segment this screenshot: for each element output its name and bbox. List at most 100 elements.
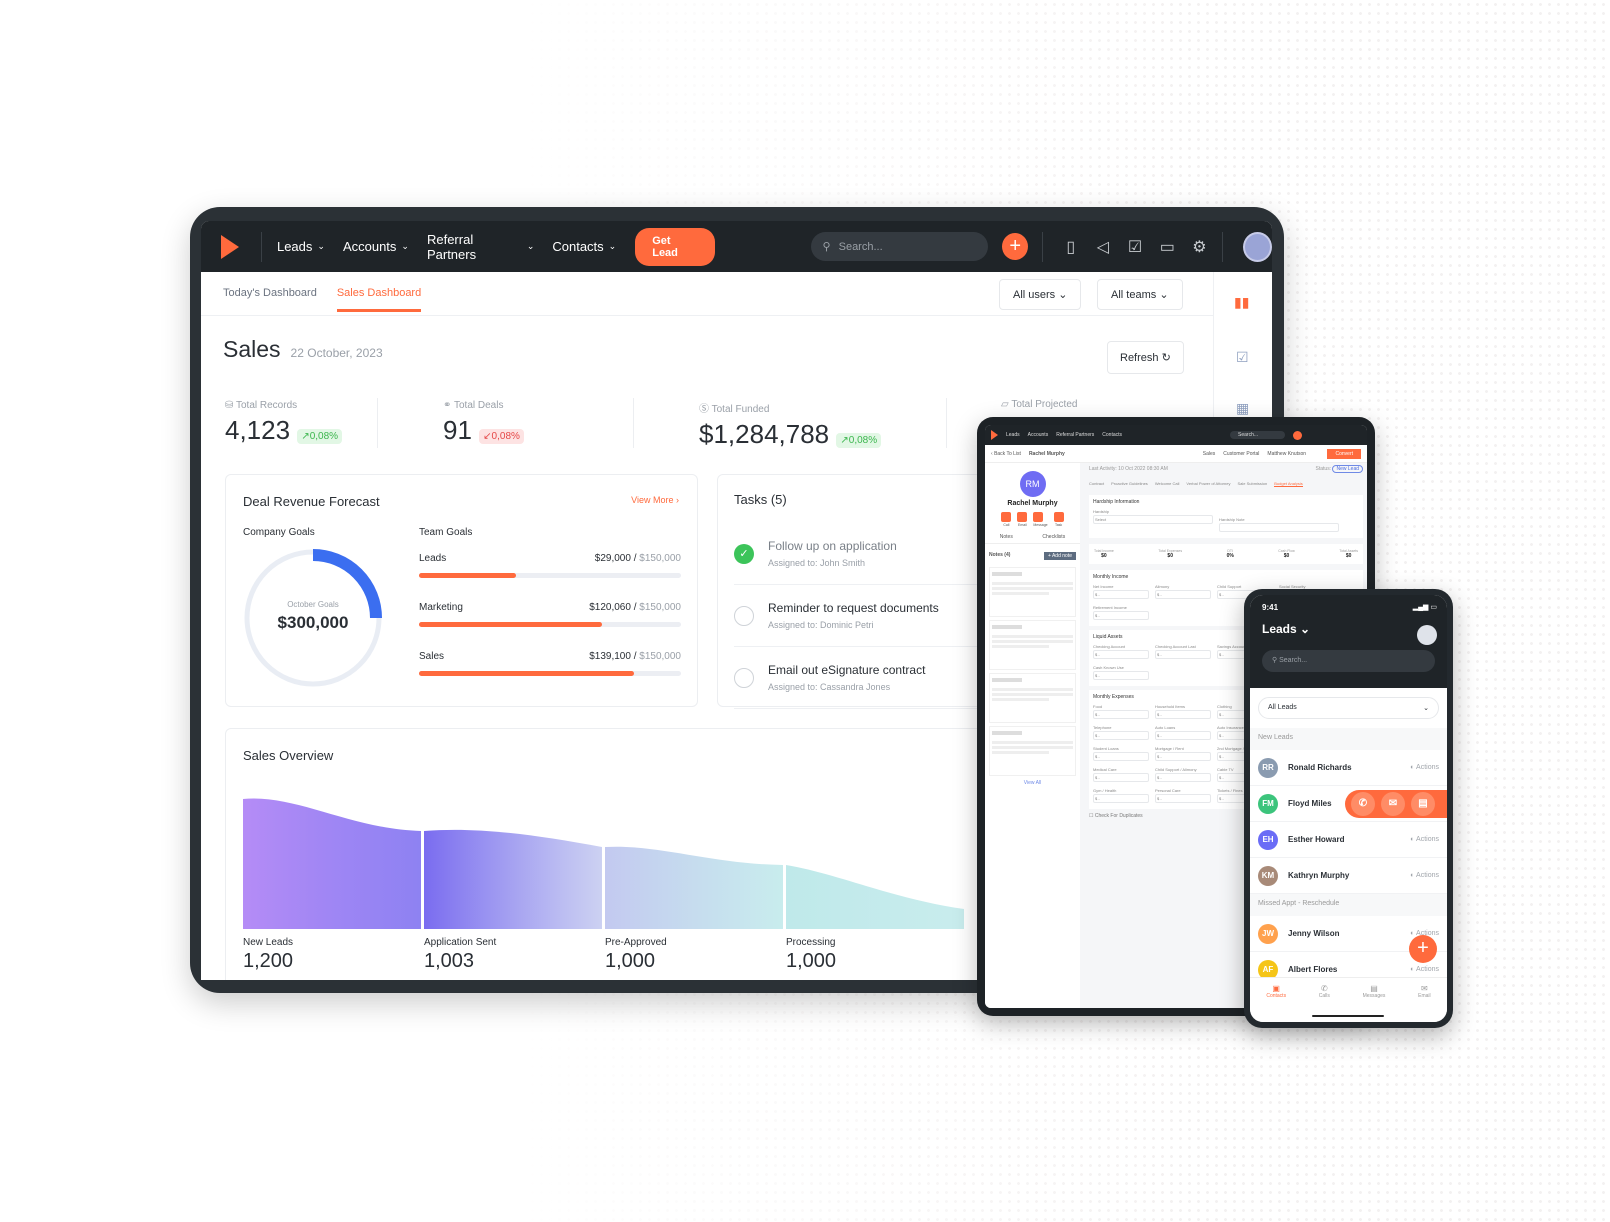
- teams-filter[interactable]: All teams ⌄: [1097, 279, 1183, 310]
- action-email[interactable]: Email: [1017, 512, 1028, 528]
- task-assignee: Assigned to: Dominic Petri: [768, 620, 874, 630]
- view-more-link[interactable]: View More ›: [631, 495, 679, 505]
- lead-group-title: New Leads: [1250, 728, 1447, 750]
- back-to-list-link[interactable]: ‹ Back To List: [991, 451, 1021, 457]
- task-checkbox[interactable]: [734, 667, 754, 688]
- phone-icon[interactable]: ✆: [1351, 792, 1375, 816]
- nav-accounts[interactable]: Accounts ⌄: [343, 239, 409, 254]
- tab-contacts[interactable]: ▣ Contacts: [1266, 984, 1286, 1022]
- budget-field[interactable]: Checking Account Last $ -: [1155, 644, 1211, 659]
- budget-field[interactable]: Alimony $ -: [1155, 584, 1211, 599]
- action-call[interactable]: Call: [1001, 512, 1012, 528]
- tab-sales-dashboard[interactable]: Sales Dashboard: [336, 287, 422, 312]
- action-message[interactable]: Message: [1033, 512, 1048, 528]
- checklist-icon[interactable]: ☑: [1125, 237, 1146, 257]
- tab-notes[interactable]: Notes: [1000, 534, 1013, 540]
- presentation-icon[interactable]: ▭: [1157, 237, 1178, 257]
- tab-todays-dashboard[interactable]: Today's Dashboard: [223, 287, 317, 312]
- hardship-note-input[interactable]: [1219, 523, 1339, 532]
- stage-step[interactable]: Verbal Power of Attorney: [1186, 481, 1230, 487]
- lead-row[interactable]: RR Ronald Richards ◐ Actions: [1250, 750, 1447, 786]
- email-icon[interactable]: ✉: [1381, 792, 1405, 816]
- calendar-icon[interactable]: ▦: [1236, 400, 1272, 417]
- lead-row[interactable]: EH Esther Howard ◐ Actions: [1250, 822, 1447, 858]
- lead-filter-select[interactable]: All Leads ⌄: [1258, 697, 1439, 719]
- nav-contacts[interactable]: Contacts ⌄: [552, 239, 616, 254]
- budget-field[interactable]: Net Income $ -: [1093, 584, 1149, 599]
- lead-row[interactable]: KM Kathryn Murphy ◐ Actions: [1250, 858, 1447, 894]
- chart-icon[interactable]: ▮▮: [1234, 294, 1272, 311]
- task-item[interactable]: Reminder to request documents Assigned to…: [734, 585, 1014, 647]
- budget-field[interactable]: Retirement Income $ -: [1093, 605, 1149, 620]
- task-item[interactable]: ✓ Follow up on application Assigned to: Jo…: [734, 523, 1014, 585]
- checklist-icon[interactable]: ☑: [1236, 349, 1272, 366]
- lead-header: ‹ Back To List Rachel Murphy Sales Custo…: [985, 445, 1367, 463]
- stage-step[interactable]: Budget Analysis: [1274, 481, 1303, 487]
- nav-referral-partners[interactable]: Referral Partners: [1056, 432, 1094, 438]
- add-lead-fab[interactable]: +: [1409, 935, 1437, 963]
- select-portal[interactable]: Customer Portal: [1223, 451, 1259, 457]
- add-button[interactable]: +: [1002, 233, 1029, 260]
- note-item[interactable]: [989, 620, 1076, 670]
- message-icon[interactable]: ▤: [1411, 792, 1435, 816]
- tab-checklists[interactable]: Checklists: [1042, 534, 1065, 540]
- note-item[interactable]: [989, 673, 1076, 723]
- avatar[interactable]: [1417, 625, 1437, 645]
- budget-field[interactable]: Food $ -: [1093, 704, 1149, 719]
- budget-field[interactable]: Gym / Health $ -: [1093, 788, 1149, 803]
- stage-step[interactable]: Welcome Call: [1155, 481, 1180, 487]
- mobile-search-input[interactable]: ⚲ Search...: [1262, 650, 1435, 672]
- users-filter[interactable]: All users ⌄: [999, 279, 1082, 310]
- nav-referral-partners[interactable]: Referral Partners ⌄: [427, 232, 534, 262]
- stage-step[interactable]: Proactive Guidelines: [1111, 481, 1148, 487]
- report-icon[interactable]: ▯: [1060, 237, 1081, 257]
- leads-title-dropdown[interactable]: Leads ⌄: [1262, 622, 1435, 636]
- budget-field[interactable]: Mortgage / Rent $ -: [1155, 746, 1211, 761]
- stat-label: Total Funded: [711, 404, 770, 415]
- budget-field[interactable]: Student Loans $ -: [1093, 746, 1149, 761]
- megaphone-icon[interactable]: ◁: [1092, 237, 1113, 257]
- budget-field[interactable]: Cash Known Use $ -: [1093, 665, 1149, 680]
- budget-field[interactable]: Household Items $ -: [1155, 704, 1211, 719]
- budget-field[interactable]: Auto Loans $ -: [1155, 725, 1211, 740]
- action-task[interactable]: Task: [1053, 512, 1064, 528]
- status-badge[interactable]: New Lead: [1332, 465, 1363, 473]
- divider: [377, 398, 378, 448]
- task-item[interactable]: Email out eSignature contract Assigned to…: [734, 647, 1014, 709]
- hardship-select[interactable]: Select: [1093, 515, 1213, 524]
- budget-field[interactable]: Personal Care $ -: [1155, 788, 1211, 803]
- lead-row[interactable]: FM Floyd Miles ✆ ✉ ▤: [1250, 786, 1447, 822]
- actions-button[interactable]: ◐ Actions: [1410, 836, 1439, 843]
- search-input[interactable]: ⚲ Search...: [810, 232, 989, 261]
- nav-leads[interactable]: Leads ⌄: [277, 239, 325, 254]
- note-item[interactable]: [989, 567, 1076, 617]
- actions-button[interactable]: ◐ Actions: [1410, 872, 1439, 879]
- actions-button[interactable]: ◐ Actions: [1410, 966, 1439, 973]
- task-checkbox[interactable]: [734, 605, 754, 626]
- get-lead-button[interactable]: Get Lead: [635, 227, 715, 266]
- nav-accounts[interactable]: Accounts: [1028, 432, 1049, 438]
- gear-icon[interactable]: ⚙: [1189, 237, 1210, 257]
- actions-button[interactable]: ◐ Actions: [1410, 764, 1439, 771]
- budget-field[interactable]: Telephone $ -: [1093, 725, 1149, 740]
- tab-email[interactable]: ✉ Email: [1418, 984, 1431, 1022]
- budget-field[interactable]: Checking Account $ -: [1093, 644, 1149, 659]
- nav-leads[interactable]: Leads: [1006, 432, 1020, 438]
- check-circle-icon[interactable]: ✓: [734, 543, 754, 564]
- budget-field[interactable]: Medical Care $ -: [1093, 767, 1149, 782]
- stage-step[interactable]: Sale Submission: [1237, 481, 1267, 487]
- nav-contacts[interactable]: Contacts: [1102, 432, 1122, 438]
- convert-button[interactable]: Convert: [1327, 448, 1361, 459]
- note-item[interactable]: [989, 726, 1076, 776]
- budget-field[interactable]: Child Support / Alimony $ -: [1155, 767, 1211, 782]
- search-input[interactable]: Search...: [1230, 431, 1286, 439]
- add-note-button[interactable]: + Add note: [1043, 552, 1076, 560]
- dollar-icon: Ⓢ: [699, 404, 709, 415]
- stage-step[interactable]: Contract: [1089, 481, 1104, 487]
- avatar[interactable]: [1243, 231, 1272, 262]
- select-pipeline[interactable]: Sales: [1203, 451, 1216, 457]
- add-button[interactable]: [1293, 430, 1303, 440]
- view-all-link[interactable]: View All: [985, 780, 1080, 786]
- select-owner[interactable]: Matthew Knutson: [1267, 451, 1306, 457]
- refresh-button[interactable]: Refresh ↻: [1107, 341, 1184, 374]
